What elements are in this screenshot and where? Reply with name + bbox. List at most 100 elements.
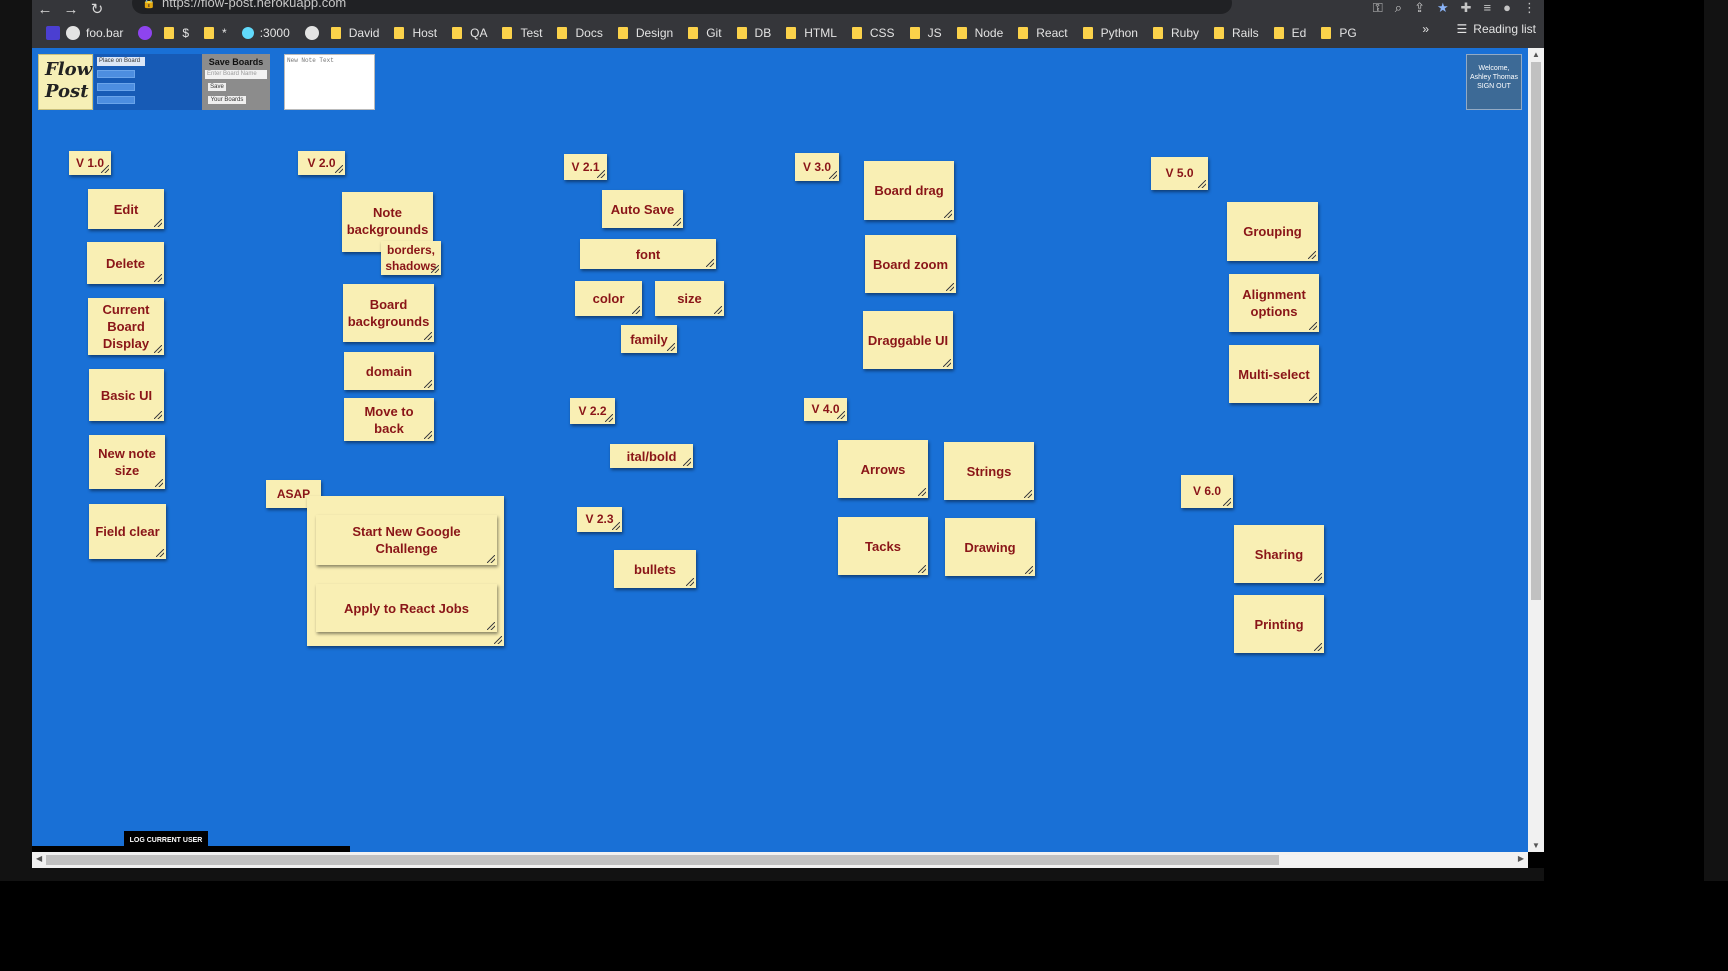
bookmark-pg[interactable]: PG [1321,26,1357,40]
sticky-note[interactable]: V 2.1 [564,154,607,180]
star-icon[interactable]: ★ [1437,0,1449,16]
bookmark-app-icon[interactable] [46,26,60,40]
sticky-note[interactable]: font [580,239,716,269]
scroll-left-arrow-icon[interactable]: ◀ [36,854,42,863]
scroll-up-arrow-icon[interactable]: ▲ [1532,50,1540,59]
vertical-scroll-thumb[interactable] [1531,62,1541,600]
zoom-icon[interactable]: ⌕ [1395,0,1402,16]
profile-icon[interactable]: ● [1503,0,1511,16]
sticky-note[interactable]: Arrows [838,440,928,498]
bookmark-html[interactable]: HTML [786,26,837,40]
save-button[interactable]: Save [208,83,226,91]
board-canvas[interactable]: Flow Post Place on Board Save Boards Ent… [32,48,1528,852]
media-icon[interactable]: ≡ [1484,0,1492,16]
bookmark-css[interactable]: CSS [851,26,895,40]
place-on-board-button[interactable]: Place on Board [97,57,145,66]
bookmark-star[interactable]: * [204,26,227,40]
extension-puzzle-icon[interactable]: ✚ [1461,0,1472,16]
sticky-note[interactable]: Field clear [89,504,166,559]
sticky-note[interactable]: Basic UI [89,369,164,421]
user-panel[interactable]: Welcome, Ashley Thomas SIGN OUT [1466,54,1522,110]
scroll-right-arrow-icon[interactable]: ▶ [1518,854,1524,863]
sticky-note[interactable]: Board zoom [865,235,956,293]
horizontal-scroll-thumb[interactable] [46,855,1279,865]
bookmark-rails[interactable]: Rails [1214,26,1259,40]
bookmarks-more-chevron[interactable]: » [1422,22,1429,36]
sticky-note[interactable]: ital/bold [610,444,693,468]
your-boards-button[interactable]: Your Boards [208,96,246,104]
bookmark-host[interactable]: Host [394,26,437,40]
sticky-note[interactable]: Apply to React Jobs [316,584,497,632]
sticky-note[interactable]: Move to back [344,398,434,441]
place-option-1[interactable] [97,70,135,78]
sticky-note[interactable]: Grouping [1227,202,1318,261]
horizontal-scrollbar[interactable]: ◀ ▶ [32,852,1528,868]
bookmark-purple-icon[interactable] [138,26,153,40]
place-option-3[interactable] [97,96,135,104]
address-bar[interactable]: 🔒 https://flow-post.herokuapp.com [132,0,1232,14]
sticky-note[interactable]: Tacks [838,517,928,575]
bookmark-docs[interactable]: Docs [557,26,603,40]
sticky-note[interactable]: V 5.0 [1151,157,1208,190]
bookmark-david[interactable]: David [330,26,379,40]
bookmark-db[interactable]: DB [736,26,771,40]
scroll-down-arrow-icon[interactable]: ▼ [1532,841,1540,850]
sticky-note[interactable]: Alignment options [1229,274,1319,332]
sticky-note[interactable]: size [655,281,724,316]
bookmark-node[interactable]: Node [956,26,1003,40]
menu-icon[interactable]: ⋮ [1523,0,1536,16]
new-note-text-input[interactable] [284,54,375,110]
bookmark-design[interactable]: Design [617,26,673,40]
share-icon[interactable]: ⇪ [1414,0,1425,16]
sticky-note[interactable]: Multi-select [1229,345,1319,403]
github-icon[interactable] [304,26,319,40]
bookmark-ed[interactable]: Ed [1273,26,1306,40]
bookmark-test[interactable]: Test [502,26,542,40]
sticky-note[interactable]: borders, shadows [381,241,441,275]
bookmark-react[interactable]: React [1018,26,1068,40]
sign-out-link[interactable]: SIGN OUT [1467,82,1521,91]
sticky-note[interactable]: V 1.0 [69,151,111,175]
sticky-note[interactable]: Drawing [945,518,1035,576]
sticky-note[interactable]: bullets [614,550,696,588]
sticky-note[interactable]: New note size [89,435,165,489]
vertical-scrollbar[interactable]: ▲ ▼ [1528,48,1544,852]
bookmark-python[interactable]: Python [1082,26,1138,40]
sticky-note[interactable]: V 6.0 [1181,475,1233,508]
bookmark-localhost[interactable]: :3000 [241,26,290,40]
sticky-note[interactable]: V 2.3 [577,507,622,532]
bookmark-qa[interactable]: QA [452,26,487,40]
bookmark-js[interactable]: JS [909,26,942,40]
sticky-note[interactable]: V 2.0 [298,151,345,175]
sticky-note[interactable]: Printing [1234,595,1324,653]
log-current-user-button[interactable]: LOG CURRENT USER [124,831,208,851]
back-icon[interactable]: ← [32,1,58,18]
board-name-input[interactable]: Enter Board Name [205,70,267,79]
sticky-note[interactable]: V 3.0 [795,153,839,181]
sticky-note[interactable]: domain [344,352,434,390]
bookmark-ruby[interactable]: Ruby [1152,26,1199,40]
sticky-note[interactable]: Board backgrounds [343,284,434,342]
sticky-note[interactable]: family [621,325,677,353]
sticky-note[interactable]: Sharing [1234,525,1324,583]
sticky-note[interactable]: Start New Google Challenge [316,515,497,565]
sticky-note[interactable]: Delete [87,242,164,284]
reload-icon[interactable]: ↻ [84,0,110,18]
sticky-note[interactable]: Auto Save [602,190,683,228]
bookmark-foobar[interactable]: foo.bar [66,26,123,40]
sticky-note[interactable]: V 2.2 [570,398,615,424]
place-option-2[interactable] [97,83,135,91]
sticky-note[interactable]: V 4.0 [804,398,847,421]
forward-icon[interactable]: → [58,1,84,18]
sticky-note[interactable]: Edit [88,189,164,229]
sticky-note[interactable]: color [575,281,642,316]
sticky-note[interactable]: Current Board Display [88,298,164,355]
sticky-note[interactable]: Draggable UI [863,311,953,369]
bookmark-git[interactable]: Git [688,26,722,40]
window-frame-bottom [32,868,1544,881]
sticky-note[interactable]: Board drag [864,161,954,220]
bookmark-dollar[interactable]: $ [164,26,189,40]
reading-list-button[interactable]: ☰ Reading list [1457,22,1536,36]
key-icon[interactable]: ⚿ [1373,0,1383,16]
sticky-note[interactable]: Strings [944,442,1034,500]
